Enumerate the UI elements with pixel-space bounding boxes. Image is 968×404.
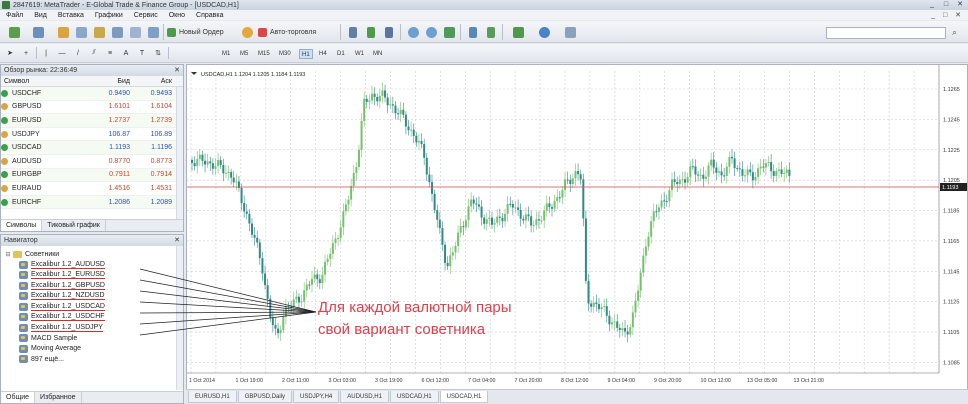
- chart-tab[interactable]: USDJPY,H4: [293, 391, 340, 403]
- chart-tabs: EURUSD,H1 GBPUSD,Daily USDJPY,H4 AUDUSD,H1 U…: [186, 389, 968, 404]
- annotation-connectors: [139, 268, 317, 336]
- chart-tab[interactable]: USDCAD,H1: [389, 391, 439, 403]
- connector-line: [139, 311, 317, 336]
- connector-line: [139, 268, 317, 313]
- connector-line: [139, 290, 317, 313]
- chart-annotation: Для каждой валютной пары свой вариант со…: [318, 297, 512, 341]
- chart-tab[interactable]: EURUSD,H1: [188, 391, 237, 403]
- annotation-line-1: Для каждой валютной пары: [318, 299, 512, 316]
- connector-line: [139, 311, 317, 314]
- connector-line: [139, 311, 317, 325]
- metatrader-window: 2847619: MetaTrader - E-Global Trade & F…: [0, 0, 968, 404]
- chart-tab[interactable]: USDCAD,H1: [439, 391, 489, 403]
- chart-tab[interactable]: AUDUSD,H1: [340, 391, 389, 403]
- annotation-line-2: свой вариант советника: [318, 321, 486, 338]
- chart-tab[interactable]: GBPUSD,Daily: [237, 391, 293, 403]
